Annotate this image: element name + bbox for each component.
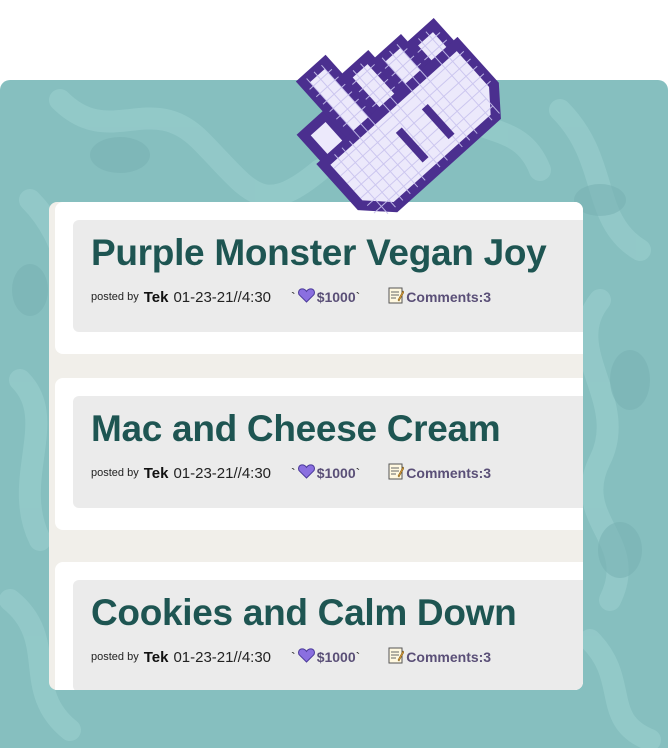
likes-open-tick: ` bbox=[291, 289, 296, 305]
comments-label: Comments:3 bbox=[406, 289, 492, 305]
likes-tip[interactable]: ` $1000 ` bbox=[291, 464, 360, 482]
comments-label: Comments:3 bbox=[406, 465, 492, 481]
post-date: 01-23-21//4:30 bbox=[173, 464, 272, 482]
pixel-pointing-hand-cursor-icon bbox=[274, 2, 534, 222]
likes-close-tick: ` bbox=[355, 649, 361, 665]
likes-close-tick: ` bbox=[355, 465, 361, 481]
post-card[interactable]: Mac and Cheese Cream posted by Tek 01-23… bbox=[55, 378, 583, 530]
likes-tip[interactable]: ` $1000 ` bbox=[291, 648, 360, 666]
likes-tip[interactable]: ` $1000 ` bbox=[291, 288, 360, 306]
post-card-body[interactable]: Cookies and Calm Down posted by Tek 01-2… bbox=[73, 580, 583, 690]
memo-icon bbox=[388, 463, 405, 483]
post-title[interactable]: Cookies and Calm Down bbox=[91, 592, 517, 634]
post-title[interactable]: Mac and Cheese Cream bbox=[91, 408, 501, 450]
comments-link[interactable]: Comments:3 bbox=[388, 463, 491, 483]
likes-close-tick: ` bbox=[355, 289, 361, 305]
post-card[interactable]: Purple Monster Vegan Joy posted by Tek 0… bbox=[55, 202, 583, 354]
post-card[interactable]: Cookies and Calm Down posted by Tek 01-2… bbox=[55, 562, 583, 690]
post-card-body[interactable]: Mac and Cheese Cream posted by Tek 01-23… bbox=[73, 396, 583, 508]
likes-open-tick: ` bbox=[291, 465, 296, 481]
comments-link[interactable]: Comments:3 bbox=[388, 287, 491, 307]
author-name[interactable]: Tek bbox=[144, 465, 169, 482]
post-meta: posted by Tek 01-23-21//4:30 ` $1000 ` C… bbox=[91, 286, 491, 308]
post-card-body[interactable]: Purple Monster Vegan Joy posted by Tek 0… bbox=[73, 220, 583, 332]
posted-by-label: posted by bbox=[91, 467, 139, 479]
posted-by-label: posted by bbox=[91, 291, 139, 303]
post-title[interactable]: Purple Monster Vegan Joy bbox=[91, 232, 547, 274]
likes-open-tick: ` bbox=[291, 649, 296, 665]
post-date: 01-23-21//4:30 bbox=[173, 648, 272, 666]
comments-link[interactable]: Comments:3 bbox=[388, 647, 491, 667]
memo-icon bbox=[388, 287, 405, 307]
author-name[interactable]: Tek bbox=[144, 289, 169, 306]
author-name[interactable]: Tek bbox=[144, 649, 169, 666]
comments-label: Comments:3 bbox=[406, 649, 492, 665]
likes-amount: $1000 bbox=[316, 465, 356, 481]
purple-heart-icon bbox=[297, 288, 315, 306]
posted-by-label: posted by bbox=[91, 651, 139, 663]
purple-heart-icon bbox=[297, 648, 315, 666]
purple-heart-icon bbox=[297, 464, 315, 482]
post-meta: posted by Tek 01-23-21//4:30 ` $1000 ` C… bbox=[91, 646, 491, 668]
post-feed: Purple Monster Vegan Joy posted by Tek 0… bbox=[49, 202, 583, 690]
memo-icon bbox=[388, 647, 405, 667]
likes-amount: $1000 bbox=[316, 649, 356, 665]
post-date: 01-23-21//4:30 bbox=[173, 288, 272, 306]
app-stage: Purple Monster Vegan Joy posted by Tek 0… bbox=[0, 0, 668, 748]
likes-amount: $1000 bbox=[316, 289, 356, 305]
post-meta: posted by Tek 01-23-21//4:30 ` $1000 ` C… bbox=[91, 462, 491, 484]
